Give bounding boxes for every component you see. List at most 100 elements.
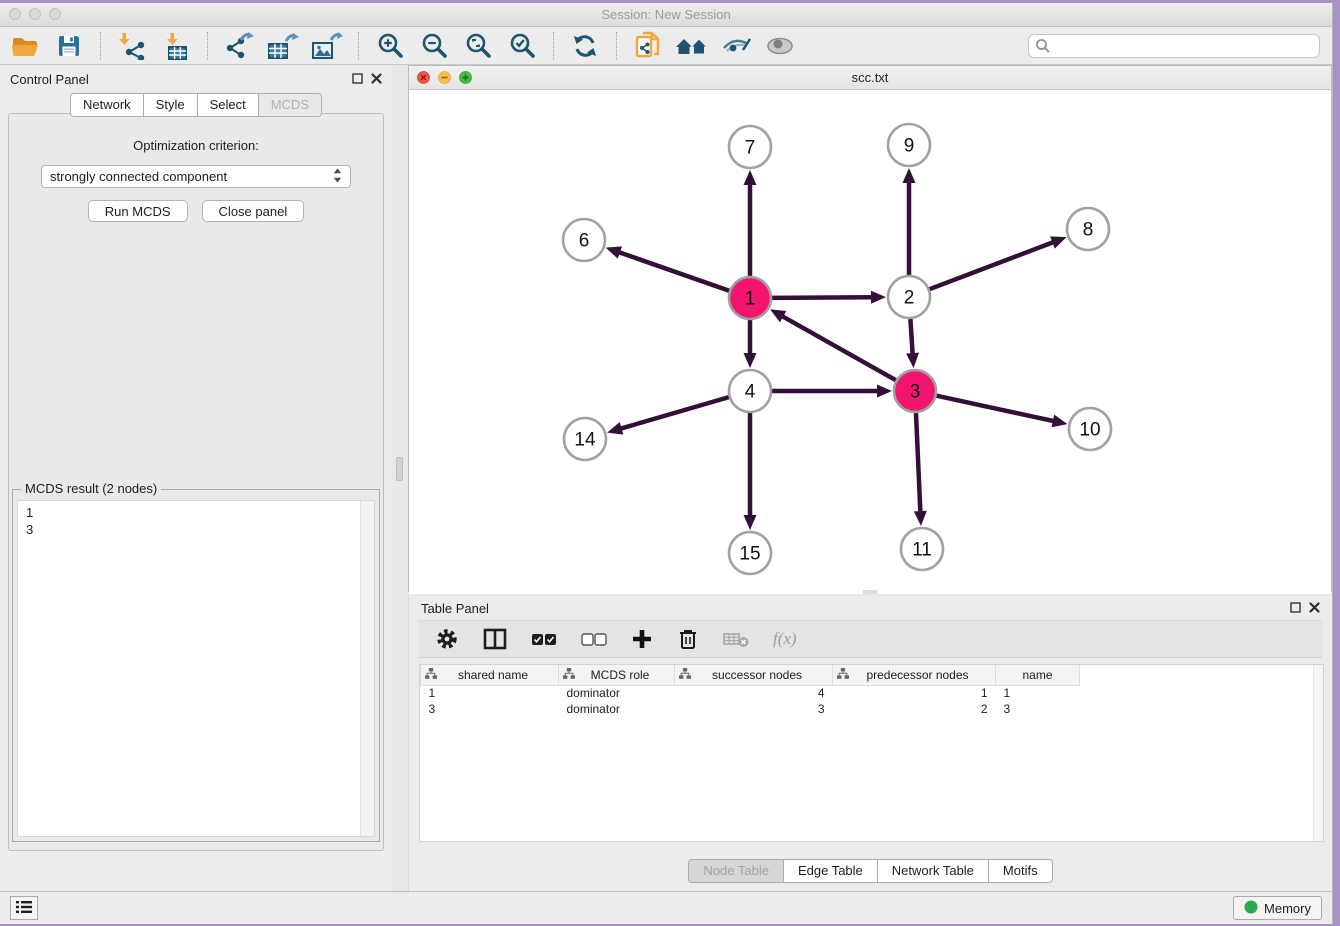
- splitter-grip-icon[interactable]: [396, 457, 403, 481]
- network-canvas[interactable]: 1 2 3 4 6 7 8 9 10 11 14 15: [409, 90, 1331, 594]
- tab-edge-table[interactable]: Edge Table: [783, 859, 878, 883]
- graph-edge[interactable]: [772, 291, 886, 304]
- graph-node-11[interactable]: 11: [901, 528, 943, 570]
- graph-node-6[interactable]: 6: [563, 219, 605, 261]
- graph-edge[interactable]: [607, 397, 729, 434]
- tab-mcds[interactable]: MCDS: [258, 93, 322, 117]
- table-row[interactable]: 3 dominator 3 2 3: [421, 701, 1080, 717]
- tab-network-table[interactable]: Network Table: [877, 859, 989, 883]
- graph-node-4[interactable]: 4: [729, 370, 771, 412]
- search-input[interactable]: [1028, 34, 1320, 58]
- graph-node-8[interactable]: 8: [1067, 208, 1109, 250]
- clone-network-icon[interactable]: [631, 30, 665, 62]
- task-history-button[interactable]: [10, 896, 38, 920]
- cell-successor-nodes[interactable]: 3: [675, 701, 833, 717]
- import-network-icon[interactable]: [115, 30, 149, 62]
- graph-edge[interactable]: [744, 170, 757, 276]
- split-view-icon[interactable]: [483, 628, 507, 650]
- network-minimize-icon[interactable]: [438, 71, 451, 87]
- graph-edge[interactable]: [770, 309, 896, 380]
- tab-node-table[interactable]: Node Table: [688, 859, 784, 883]
- network-maximize-icon[interactable]: [459, 71, 472, 87]
- table-header-row[interactable]: shared name MCDS role successor nodes pr…: [421, 665, 1080, 685]
- column-header-mcds-role[interactable]: MCDS role: [559, 665, 675, 685]
- cell-name[interactable]: 3: [996, 701, 1080, 717]
- cell-predecessor-nodes[interactable]: 2: [833, 701, 996, 717]
- select-all-icon[interactable]: [531, 633, 557, 646]
- node-table[interactable]: shared name MCDS role successor nodes pr…: [419, 664, 1324, 842]
- close-window-icon[interactable]: [9, 8, 21, 20]
- graph-edge[interactable]: [772, 385, 892, 398]
- panel-splitter[interactable]: [392, 65, 408, 891]
- graph-edge[interactable]: [936, 396, 1067, 428]
- export-image-icon[interactable]: [310, 30, 344, 62]
- delete-row-icon[interactable]: [677, 627, 699, 651]
- column-header-name[interactable]: name: [996, 665, 1080, 685]
- mcds-result-groupbox: MCDS result (2 nodes) 1 3: [12, 489, 380, 842]
- graph-edge[interactable]: [744, 320, 757, 368]
- cell-mcds-role[interactable]: dominator: [559, 701, 675, 717]
- graph-edge[interactable]: [606, 246, 730, 290]
- graph-node-2[interactable]: 2: [888, 276, 930, 318]
- criterion-select[interactable]: strongly connected component: [41, 165, 351, 188]
- zoom-out-icon[interactable]: [417, 30, 451, 62]
- float-panel-icon[interactable]: [352, 72, 363, 87]
- mcds-result-area[interactable]: 1 3: [17, 500, 375, 837]
- add-row-icon[interactable]: [631, 628, 653, 650]
- column-header-predecessor-nodes[interactable]: predecessor nodes: [833, 665, 996, 685]
- tab-motifs[interactable]: Motifs: [988, 859, 1053, 883]
- graph-edge[interactable]: [914, 413, 927, 526]
- close-panel-button[interactable]: Close panel: [202, 200, 305, 222]
- show-panel-icon[interactable]: [763, 30, 797, 62]
- graph-node-7[interactable]: 7: [729, 126, 771, 168]
- graph-edge[interactable]: [744, 413, 757, 530]
- run-mcds-button[interactable]: Run MCDS: [88, 200, 188, 222]
- gear-icon[interactable]: [435, 627, 459, 651]
- graph-node-15[interactable]: 15: [729, 532, 771, 574]
- graph-node-3[interactable]: 3: [894, 370, 936, 412]
- graph-node-9[interactable]: 9: [888, 124, 930, 166]
- zoom-fit-icon[interactable]: [461, 30, 495, 62]
- export-table-icon[interactable]: [266, 30, 300, 62]
- tab-select[interactable]: Select: [197, 93, 259, 117]
- graph-node-14[interactable]: 14: [564, 418, 606, 460]
- deselect-all-icon[interactable]: [581, 633, 607, 646]
- graph[interactable]: 1 2 3 4 6 7 8 9 10 11 14 15: [409, 90, 1332, 591]
- cell-predecessor-nodes[interactable]: 1: [833, 685, 996, 701]
- table-row[interactable]: 1 dominator 4 1 1: [421, 685, 1080, 701]
- result-scrollbar[interactable]: [360, 501, 374, 836]
- first-neighbors-icon[interactable]: [675, 30, 709, 62]
- zoom-window-icon[interactable]: [49, 8, 61, 20]
- network-window-titlebar[interactable]: scc.txt: [409, 66, 1331, 90]
- graph-edge[interactable]: [930, 236, 1067, 289]
- save-session-icon[interactable]: [52, 30, 86, 62]
- close-table-panel-icon[interactable]: [1309, 601, 1320, 616]
- tab-style[interactable]: Style: [143, 93, 198, 117]
- float-table-panel-icon[interactable]: [1290, 601, 1301, 616]
- resize-grip-icon[interactable]: [863, 590, 877, 594]
- cell-shared-name[interactable]: 3: [421, 701, 559, 717]
- network-close-icon[interactable]: [417, 71, 430, 87]
- cell-shared-name[interactable]: 1: [421, 685, 559, 701]
- cell-successor-nodes[interactable]: 4: [675, 685, 833, 701]
- graph-edge[interactable]: [903, 168, 916, 275]
- export-network-icon[interactable]: [222, 30, 256, 62]
- zoom-selected-icon[interactable]: [505, 30, 539, 62]
- zoom-in-icon[interactable]: [373, 30, 407, 62]
- cell-mcds-role[interactable]: dominator: [559, 685, 675, 701]
- import-table-icon[interactable]: [159, 30, 193, 62]
- hide-panel-icon[interactable]: [719, 30, 753, 62]
- refresh-icon[interactable]: [568, 30, 602, 62]
- minimize-window-icon[interactable]: [29, 8, 41, 20]
- graph-edge[interactable]: [906, 319, 919, 368]
- column-header-shared-name[interactable]: shared name: [421, 665, 559, 685]
- cell-name[interactable]: 1: [996, 685, 1080, 701]
- graph-node-10[interactable]: 10: [1069, 408, 1111, 450]
- column-header-successor-nodes[interactable]: successor nodes: [675, 665, 833, 685]
- close-panel-icon[interactable]: [371, 72, 382, 87]
- table-scrollbar[interactable]: [1313, 665, 1323, 841]
- graph-node-1[interactable]: 1: [729, 277, 771, 319]
- memory-button[interactable]: Memory: [1233, 896, 1322, 920]
- tab-network[interactable]: Network: [70, 93, 144, 117]
- open-session-icon[interactable]: [8, 30, 42, 62]
